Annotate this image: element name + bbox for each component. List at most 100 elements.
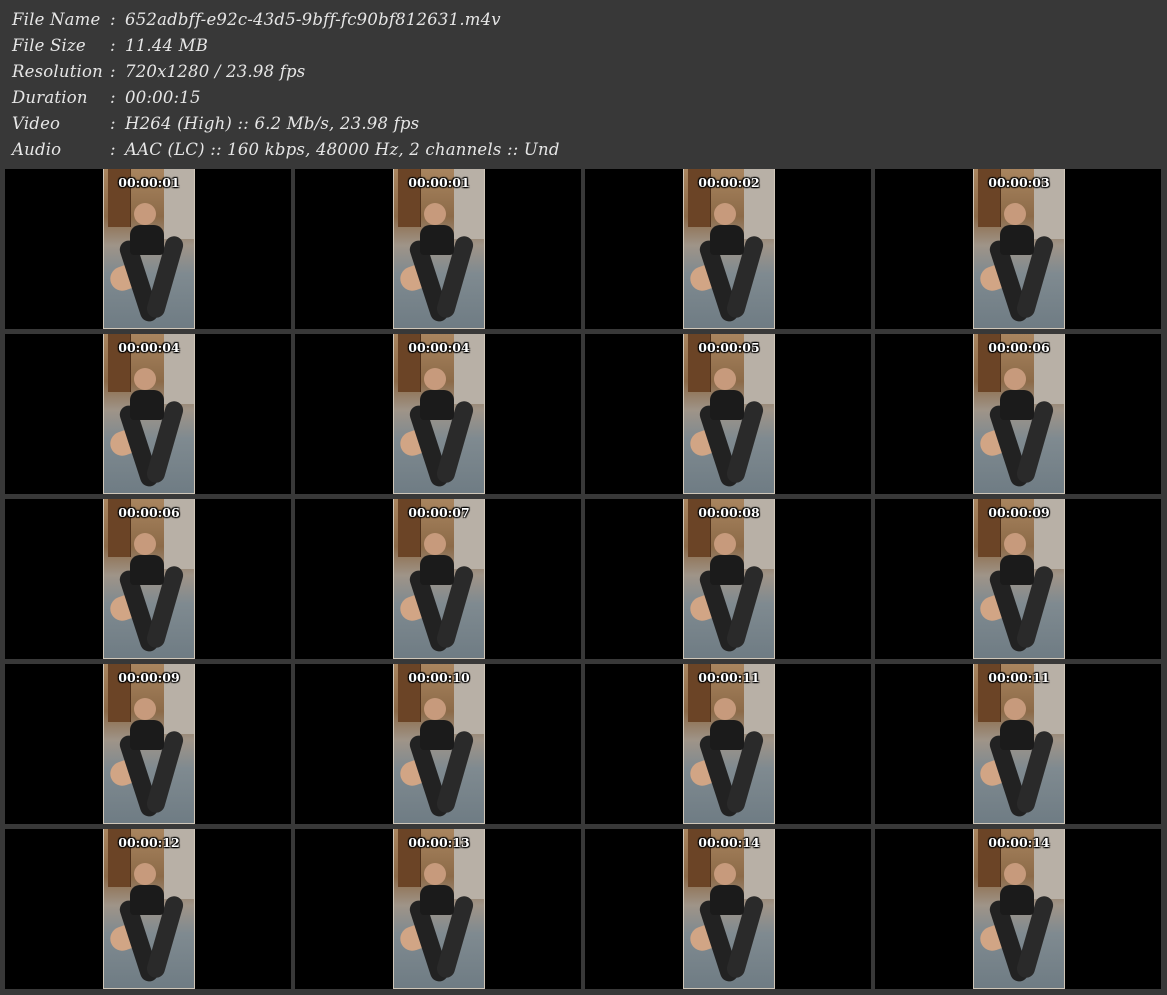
frame-shape-person [1004,203,1026,225]
thumbnail-cell[interactable]: 00:00:11 [875,664,1161,824]
thumbnail-cell[interactable]: 00:00:14 [875,829,1161,989]
thumbnail-timestamp: 00:00:06 [118,505,180,520]
thumbnail-image [973,664,1065,824]
thumbnail-image [103,829,195,989]
frame-shape-person [714,698,736,720]
thumbnail-image [973,169,1065,329]
frame-shape-person [714,863,736,885]
separator: : [110,114,116,133]
duration-value: 00:00:15 [125,88,201,107]
thumbnail-timestamp: 00:00:05 [698,340,760,355]
audio-label: Audio [12,140,62,159]
frame-shape-torso [710,555,744,585]
frame-shape-torso [1000,885,1034,915]
resolution-label: Resolution [12,62,103,81]
frame-shape-person [134,533,156,555]
frame-shape-torso [130,885,164,915]
thumbnail-cell[interactable]: 00:00:10 [295,664,581,824]
file-size-row: File Size : 11.44 MB [12,33,560,59]
frame-shape-person [714,368,736,390]
thumbnail-timestamp: 00:00:11 [698,670,760,685]
thumbnail-timestamp: 00:00:12 [118,835,180,850]
thumbnail-timestamp: 00:00:03 [988,175,1050,190]
separator: : [110,10,116,29]
frame-shape-person [424,203,446,225]
thumbnail-image [683,169,775,329]
frame-shape-person [134,203,156,225]
separator: : [110,140,116,159]
thumbnail-cell[interactable]: 00:00:06 [875,334,1161,494]
frame-shape-person [1004,698,1026,720]
thumbnail-image [393,499,485,659]
frame-shape-torso [1000,225,1034,255]
thumbnail-cell[interactable]: 00:00:09 [875,499,1161,659]
video-value: H264 (High) :: 6.2 Mb/s, 23.98 fps [125,114,420,133]
thumbnail-cell[interactable]: 00:00:12 [5,829,291,989]
thumbnail-cell[interactable]: 00:00:11 [585,664,871,824]
thumbnail-cell[interactable]: 00:00:13 [295,829,581,989]
duration-row: Duration : 00:00:15 [12,85,560,111]
frame-shape-torso [130,555,164,585]
thumbnail-timestamp: 00:00:13 [408,835,470,850]
thumbnail-image [973,334,1065,494]
frame-shape-person [134,698,156,720]
thumbnail-cell[interactable]: 00:00:03 [875,169,1161,329]
frame-shape-torso [130,225,164,255]
frame-shape-person [1004,368,1026,390]
thumbnail-cell[interactable]: 00:00:07 [295,499,581,659]
thumbnail-timestamp: 00:00:06 [988,340,1050,355]
thumbnail-image [973,829,1065,989]
thumbnail-timestamp: 00:00:01 [118,175,180,190]
thumbnail-image [393,829,485,989]
file-name-row: File Name : 652adbff-e92c-43d5-9bff-fc90… [12,7,560,33]
frame-shape-torso [1000,555,1034,585]
thumbnail-image [973,499,1065,659]
frame-shape-torso [1000,390,1034,420]
frame-shape-person [424,698,446,720]
thumbnail-cell[interactable]: 00:00:04 [5,334,291,494]
thumbnail-timestamp: 00:00:07 [408,505,470,520]
file-size-value: 11.44 MB [125,36,209,55]
frame-shape-person [134,368,156,390]
thumbnail-cell[interactable]: 00:00:14 [585,829,871,989]
thumbnail-timestamp: 00:00:09 [118,670,180,685]
thumbnail-cell[interactable]: 00:00:04 [295,334,581,494]
frame-shape-torso [710,225,744,255]
frame-shape-torso [420,555,454,585]
frame-shape-torso [130,720,164,750]
file-name-label: File Name [12,10,101,29]
frame-shape-person [1004,533,1026,555]
thumbnail-image [393,169,485,329]
thumbnail-cell[interactable]: 00:00:01 [5,169,291,329]
frame-shape-person [424,368,446,390]
frame-shape-torso [710,885,744,915]
thumbnail-cell[interactable]: 00:00:05 [585,334,871,494]
separator: : [110,62,116,81]
frame-shape-torso [130,390,164,420]
thumbnail-timestamp: 00:00:04 [118,340,180,355]
thumbnail-image [103,664,195,824]
duration-label: Duration [12,88,88,107]
resolution-value: 720x1280 / 23.98 fps [125,62,306,81]
video-row: Video : H264 (High) :: 6.2 Mb/s, 23.98 f… [12,111,560,137]
thumbnail-cell[interactable]: 00:00:01 [295,169,581,329]
thumbnail-cell[interactable]: 00:00:08 [585,499,871,659]
frame-shape-torso [710,720,744,750]
frame-shape-torso [1000,720,1034,750]
audio-value: AAC (LC) :: 160 kbps, 48000 Hz, 2 channe… [125,140,560,159]
frame-shape-person [714,203,736,225]
frame-shape-person [714,533,736,555]
thumbnail-timestamp: 00:00:11 [988,670,1050,685]
thumbnail-image [103,169,195,329]
thumbnail-cell[interactable]: 00:00:02 [585,169,871,329]
frame-shape-torso [420,225,454,255]
thumbnail-image [393,664,485,824]
separator: : [110,36,116,55]
thumbnail-timestamp: 00:00:08 [698,505,760,520]
thumbnail-timestamp: 00:00:01 [408,175,470,190]
thumbnail-cell[interactable]: 00:00:09 [5,664,291,824]
thumbnail-cell[interactable]: 00:00:06 [5,499,291,659]
thumbnail-timestamp: 00:00:14 [988,835,1050,850]
frame-shape-torso [710,390,744,420]
frame-shape-person [424,863,446,885]
